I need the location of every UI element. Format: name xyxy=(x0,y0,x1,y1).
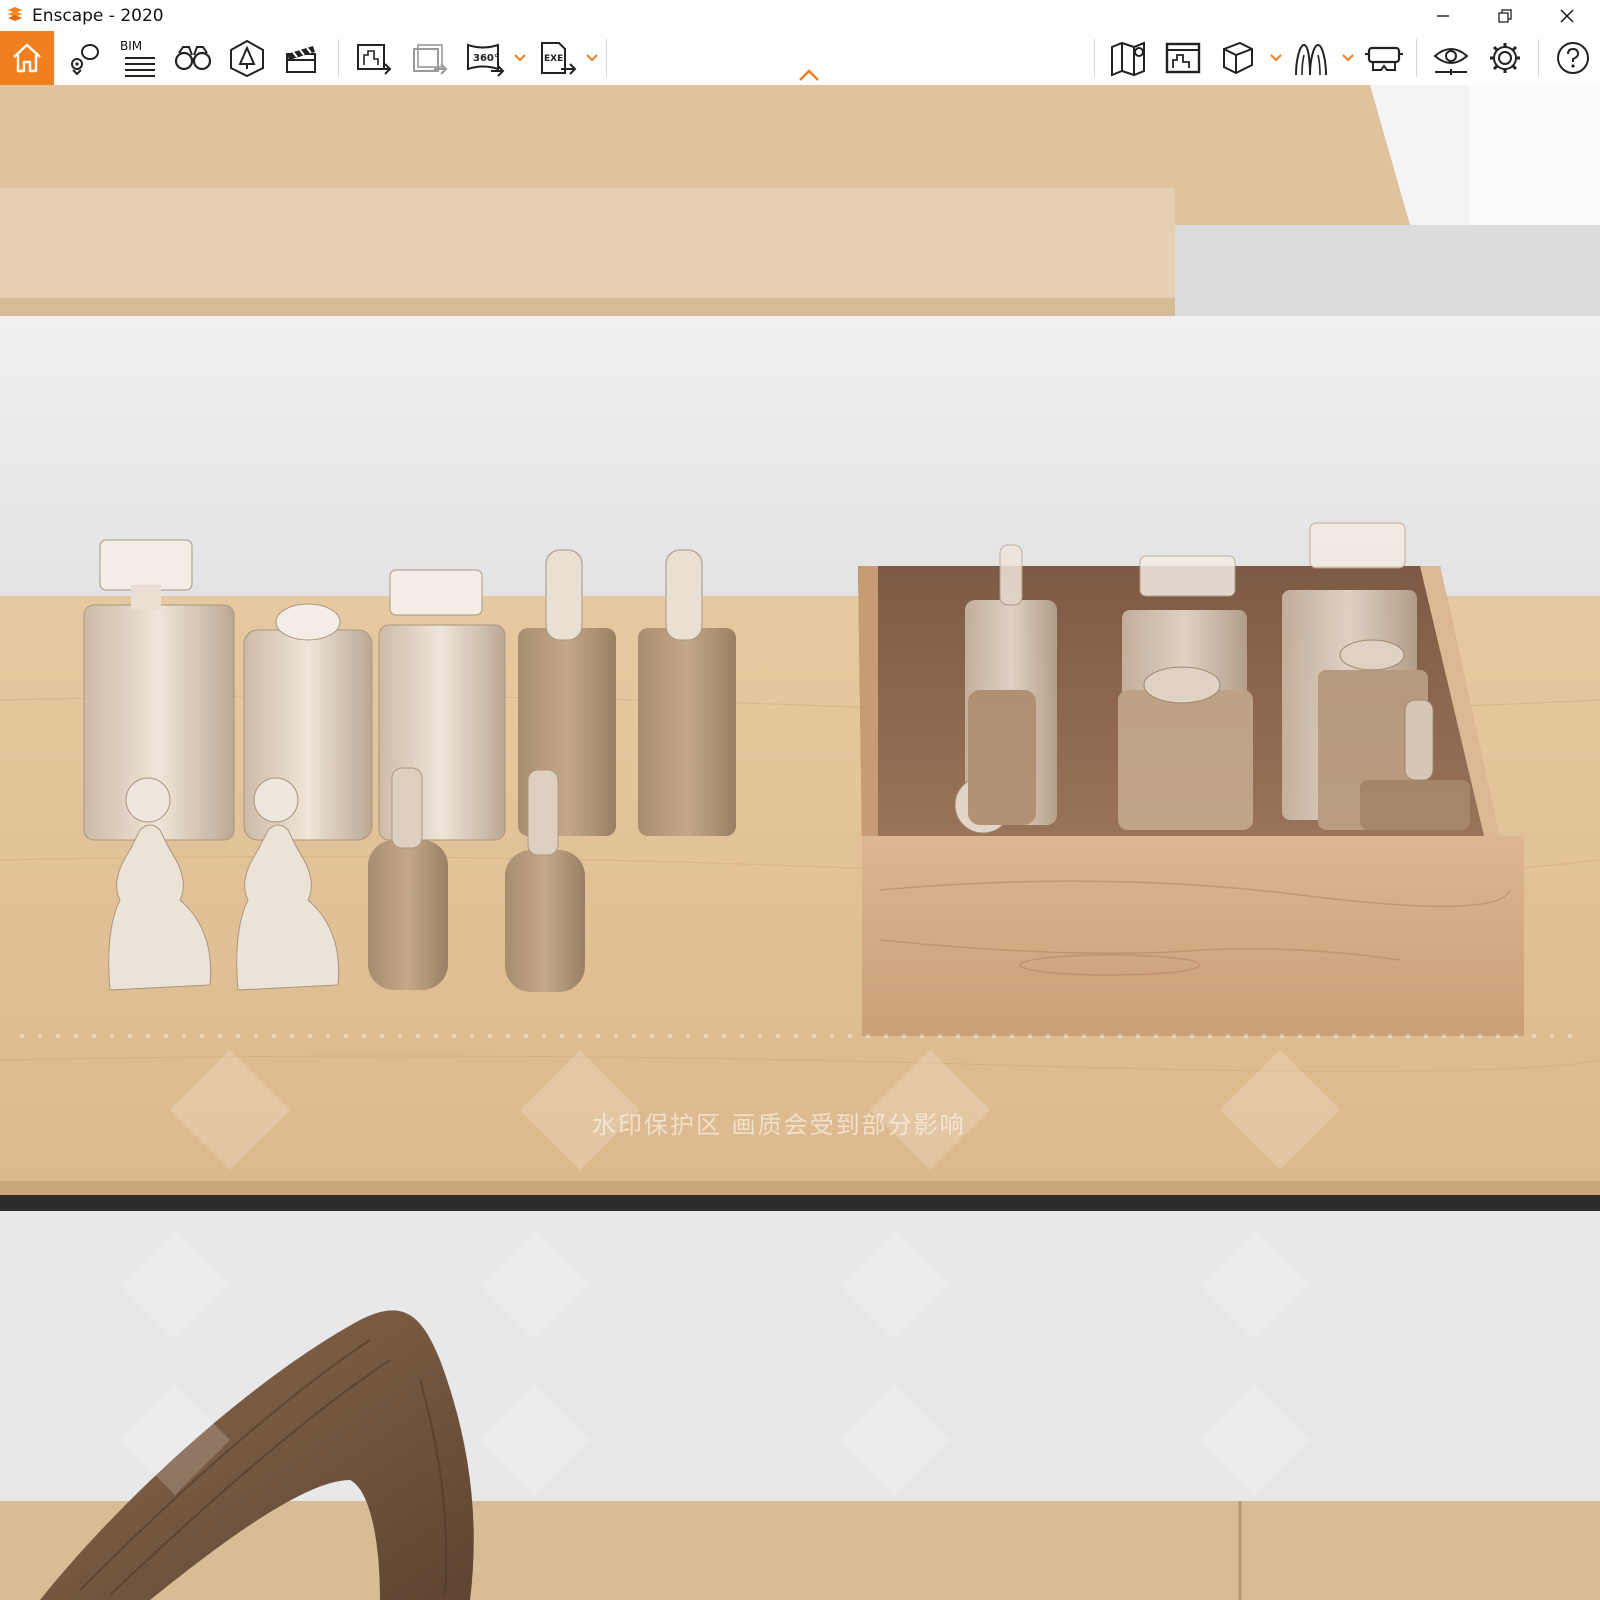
home-button[interactable] xyxy=(0,31,54,85)
enscape-toolbar: BIM 360° EXE xyxy=(0,31,1600,85)
export-exe-icon: EXE xyxy=(541,42,577,75)
clapperboard-icon xyxy=(286,46,316,73)
views-button[interactable] xyxy=(58,31,112,85)
export-batch-disabled-icon xyxy=(413,44,448,75)
minimize-button[interactable] xyxy=(1416,0,1470,31)
capture-library-icon xyxy=(1165,42,1201,74)
export-360-label: 360° xyxy=(473,53,499,64)
toolbar-separator xyxy=(338,39,339,77)
export-360-button[interactable]: 360° xyxy=(458,31,512,85)
window-title: Enscape - 2020 xyxy=(32,6,164,26)
export-exe-button[interactable]: EXE xyxy=(530,31,584,85)
atmosphere-button[interactable] xyxy=(1284,31,1338,85)
restore-icon xyxy=(1498,8,1512,23)
binoculars-icon xyxy=(174,46,212,71)
bim-label: BIM xyxy=(120,39,143,53)
asset-library-button[interactable] xyxy=(220,31,274,85)
batch-render-button[interactable] xyxy=(346,31,400,85)
toolbar-separator xyxy=(1094,39,1095,77)
chevron-up-icon[interactable] xyxy=(798,68,820,82)
capture-library-button[interactable] xyxy=(1156,31,1210,85)
export-exe-label: EXE xyxy=(544,54,563,64)
vr-headset-button[interactable] xyxy=(1356,31,1410,85)
watermark-text: 水印保护区 画质会受到部分影响 xyxy=(592,1111,966,1139)
chevron-down-icon[interactable] xyxy=(586,53,598,63)
walk-mode-button[interactable] xyxy=(166,31,220,85)
home-icon xyxy=(13,43,41,73)
cube-view-button[interactable] xyxy=(1210,31,1264,85)
toolbar-separator xyxy=(1416,39,1417,77)
export-360-icon: 360° xyxy=(467,43,505,77)
visual-settings-button[interactable] xyxy=(1424,31,1478,85)
video-editor-button[interactable] xyxy=(274,31,328,85)
minimap-icon xyxy=(1111,41,1145,77)
chevron-down-icon[interactable] xyxy=(1270,53,1282,63)
help-button[interactable] xyxy=(1546,31,1600,85)
chevron-down-icon[interactable] xyxy=(514,53,526,63)
asset-library-icon xyxy=(230,39,264,78)
export-batch-icon xyxy=(357,44,392,75)
chevron-down-icon[interactable] xyxy=(1342,53,1354,63)
restore-button[interactable] xyxy=(1478,0,1532,31)
render-viewport[interactable]: 水印保护区 画质会受到部分影响 xyxy=(0,85,1600,1600)
cube-view-icon xyxy=(1223,41,1253,75)
help-icon xyxy=(1557,42,1589,74)
map-pin-icon xyxy=(71,44,99,76)
visual-settings-icon xyxy=(1433,48,1469,75)
enscape-logo-icon xyxy=(8,7,22,21)
title-bar: Enscape - 2020 xyxy=(0,0,1600,31)
toolbar-separator xyxy=(606,39,607,77)
vr-headset-icon xyxy=(1365,46,1403,71)
close-icon xyxy=(1560,9,1574,22)
batch-render-disabled-button[interactable] xyxy=(402,31,456,85)
atmosphere-icon xyxy=(1295,43,1327,76)
toolbar-separator xyxy=(1538,39,1539,77)
settings-gear-icon xyxy=(1490,43,1520,73)
minimap-button[interactable] xyxy=(1102,31,1156,85)
scene-render xyxy=(0,85,1600,1600)
close-button[interactable] xyxy=(1540,0,1594,31)
settings-button[interactable] xyxy=(1478,31,1532,85)
minimize-icon xyxy=(1437,14,1449,17)
